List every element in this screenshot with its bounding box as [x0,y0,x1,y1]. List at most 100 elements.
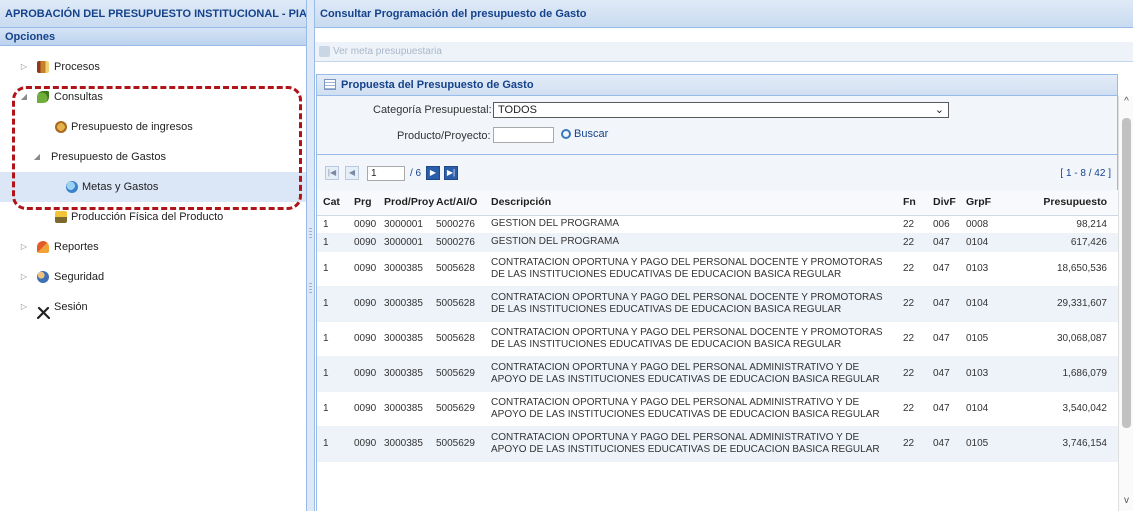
cell-act: 5000276 [430,233,485,252]
collapse-arrow-icon[interactable]: ◢ [19,82,29,112]
table-row[interactable]: 1 0090 3000385 5005628 CONTRATACION OPOR… [317,286,1118,322]
last-page-button[interactable]: ▶| [444,166,458,180]
tree-item-seguridad[interactable]: ▷ Seguridad [0,262,306,292]
books-icon [37,61,49,73]
cell-act: 5005628 [430,286,485,322]
cell-act: 5000276 [430,215,485,234]
tree-item-presupuesto-ingresos[interactable]: Presupuesto de ingresos [0,112,306,142]
cell-presupuesto: 98,214 [1005,215,1118,234]
col-header-act[interactable]: Act/AI/O [430,190,485,216]
tree-item-label: Reportes [54,241,99,253]
main-panel-title: Consultar Programación del presupuesto d… [315,0,1133,28]
tree-item-produccion-fisica[interactable]: Producción Física del Producto [0,202,306,232]
tree-item-sesion[interactable]: ▷ Sesión [0,292,306,322]
table-row[interactable]: 1 0090 3000385 5005628 CONTRATACION OPOR… [317,321,1118,357]
cell-cat: 1 [317,251,348,287]
cell-fn: 22 [897,426,927,462]
cell-cat: 1 [317,286,348,322]
cell-act: 5005629 [430,356,485,392]
col-header-fn[interactable]: Fn [897,190,927,216]
splitter-grip-icon [309,283,312,295]
categoria-select[interactable]: TODOS ⌄ [493,102,949,118]
tree-item-label: Procesos [54,61,100,73]
col-header-prod[interactable]: Prod/Proy [378,190,434,216]
tree-item-presupuesto-gastos[interactable]: ◢ Presupuesto de Gastos [0,142,306,172]
producto-input[interactable] [493,127,554,143]
col-header-presupuesto[interactable]: Presupuesto [1005,190,1118,216]
cell-fn: 22 [897,391,927,427]
view-meta-button[interactable]: Ver meta presupuestaria [319,45,442,57]
pagination-bar: |◀ ◀ 1 / 6 ▶ ▶| [ 1 - 8 / 42 ] [316,154,1118,190]
cell-cat: 1 [317,356,348,392]
cell-fn: 22 [897,286,927,322]
col-header-prg[interactable]: Prg [348,190,378,216]
coins-icon [55,121,67,133]
page-total: / 6 [410,168,422,179]
cell-prg: 0090 [348,233,378,252]
cell-cat: 1 [317,391,348,427]
first-page-button[interactable]: |◀ [325,166,339,180]
collapse-arrow-icon[interactable]: ◢ [32,142,42,172]
cell-presupuesto: 1,686,079 [1005,356,1118,392]
table-header-row: Cat Prg Prod/Proy Act/AI/O Descripción F… [317,190,1118,216]
tree-item-consultas[interactable]: ◢ Consultas [0,82,306,112]
cell-act: 5005629 [430,426,485,462]
tree-item-label: Presupuesto de Gastos [51,151,166,163]
scroll-down-icon[interactable]: v [1119,495,1133,511]
cell-divf: 047 [927,251,960,287]
cell-desc: CONTRATACION OPORTUNA Y PAGO DEL PERSONA… [485,286,897,322]
main-panel: Consultar Programación del presupuesto d… [315,0,1133,511]
tree-item-metas-gastos[interactable]: Metas y Gastos [0,172,306,202]
expand-arrow-icon[interactable]: ▷ [19,52,29,82]
leaf-icon [37,91,49,103]
users-icon [37,271,49,283]
expand-arrow-icon[interactable]: ▷ [19,292,29,322]
expand-arrow-icon[interactable]: ▷ [19,262,29,292]
table-row[interactable]: 1 0090 3000385 5005629 CONTRATACION OPOR… [317,426,1118,462]
cell-desc: CONTRATACION OPORTUNA Y PAGO DEL PERSONA… [485,391,897,427]
prev-page-button[interactable]: ◀ [345,166,359,180]
buscar-button[interactable]: Buscar [561,128,608,140]
col-header-cat[interactable]: Cat [317,190,348,216]
filter-form: Categoría Presupuestal: : TODOS ⌄ Produc… [316,96,1118,154]
cell-prod: 3000385 [378,286,430,322]
table-row[interactable]: 1 0090 3000001 5000276 GESTION DEL PROGR… [317,233,1118,252]
tree-item-procesos[interactable]: ▷ Procesos [0,52,306,82]
panel-splitter[interactable] [307,0,315,511]
cell-prod: 3000385 [378,426,430,462]
scroll-thumb[interactable] [1122,118,1131,428]
cell-prod: 3000385 [378,356,430,392]
tree-item-label: Seguridad [54,271,105,283]
table-row[interactable]: 1 0090 3000385 5005628 CONTRATACION OPOR… [317,251,1118,287]
cell-desc: GESTION DEL PROGRAMA [485,215,897,234]
cell-grpf: 0105 [960,426,1005,462]
scroll-up-icon[interactable]: ^ [1119,96,1133,112]
table-row[interactable]: 1 0090 3000001 5000276 GESTION DEL PROGR… [317,215,1118,234]
buscar-label: Buscar [574,128,609,140]
categoria-label: Categoría Presupuestal: : [373,104,498,116]
cell-divf: 047 [927,286,960,322]
cell-cat: 1 [317,426,348,462]
cell-act: 5005628 [430,251,485,287]
vertical-scrollbar[interactable]: ^ v [1118,96,1133,511]
options-tree: ▷ Procesos ◢ Consultas Presupuesto de in… [0,46,306,322]
cell-divf: 047 [927,233,960,252]
page-number-input[interactable]: 1 [367,166,405,181]
cell-prg: 0090 [348,321,378,357]
table-row[interactable]: 1 0090 3000385 5005629 CONTRATACION OPOR… [317,356,1118,392]
cell-divf: 047 [927,356,960,392]
table-row[interactable]: 1 0090 3000385 5005629 CONTRATACION OPOR… [317,391,1118,427]
cell-grpf: 0104 [960,286,1005,322]
col-header-divf[interactable]: DivF [927,190,960,216]
app-root: APROBACIÓN DEL PRESUPUESTO INSTITUCIONAL… [0,0,1133,511]
budget-grid: Cat Prg Prod/Proy Act/AI/O Descripción F… [316,190,1118,511]
next-page-button[interactable]: ▶ [426,166,440,180]
tree-item-reportes[interactable]: ▷ Reportes [0,232,306,262]
col-header-desc[interactable]: Descripción [485,190,897,216]
col-header-grpf[interactable]: GrpF [960,190,1005,216]
expand-arrow-icon[interactable]: ▷ [19,232,29,262]
cell-divf: 047 [927,391,960,427]
cell-prod: 3000385 [378,321,430,357]
globe-icon [66,181,78,193]
cell-prg: 0090 [348,356,378,392]
